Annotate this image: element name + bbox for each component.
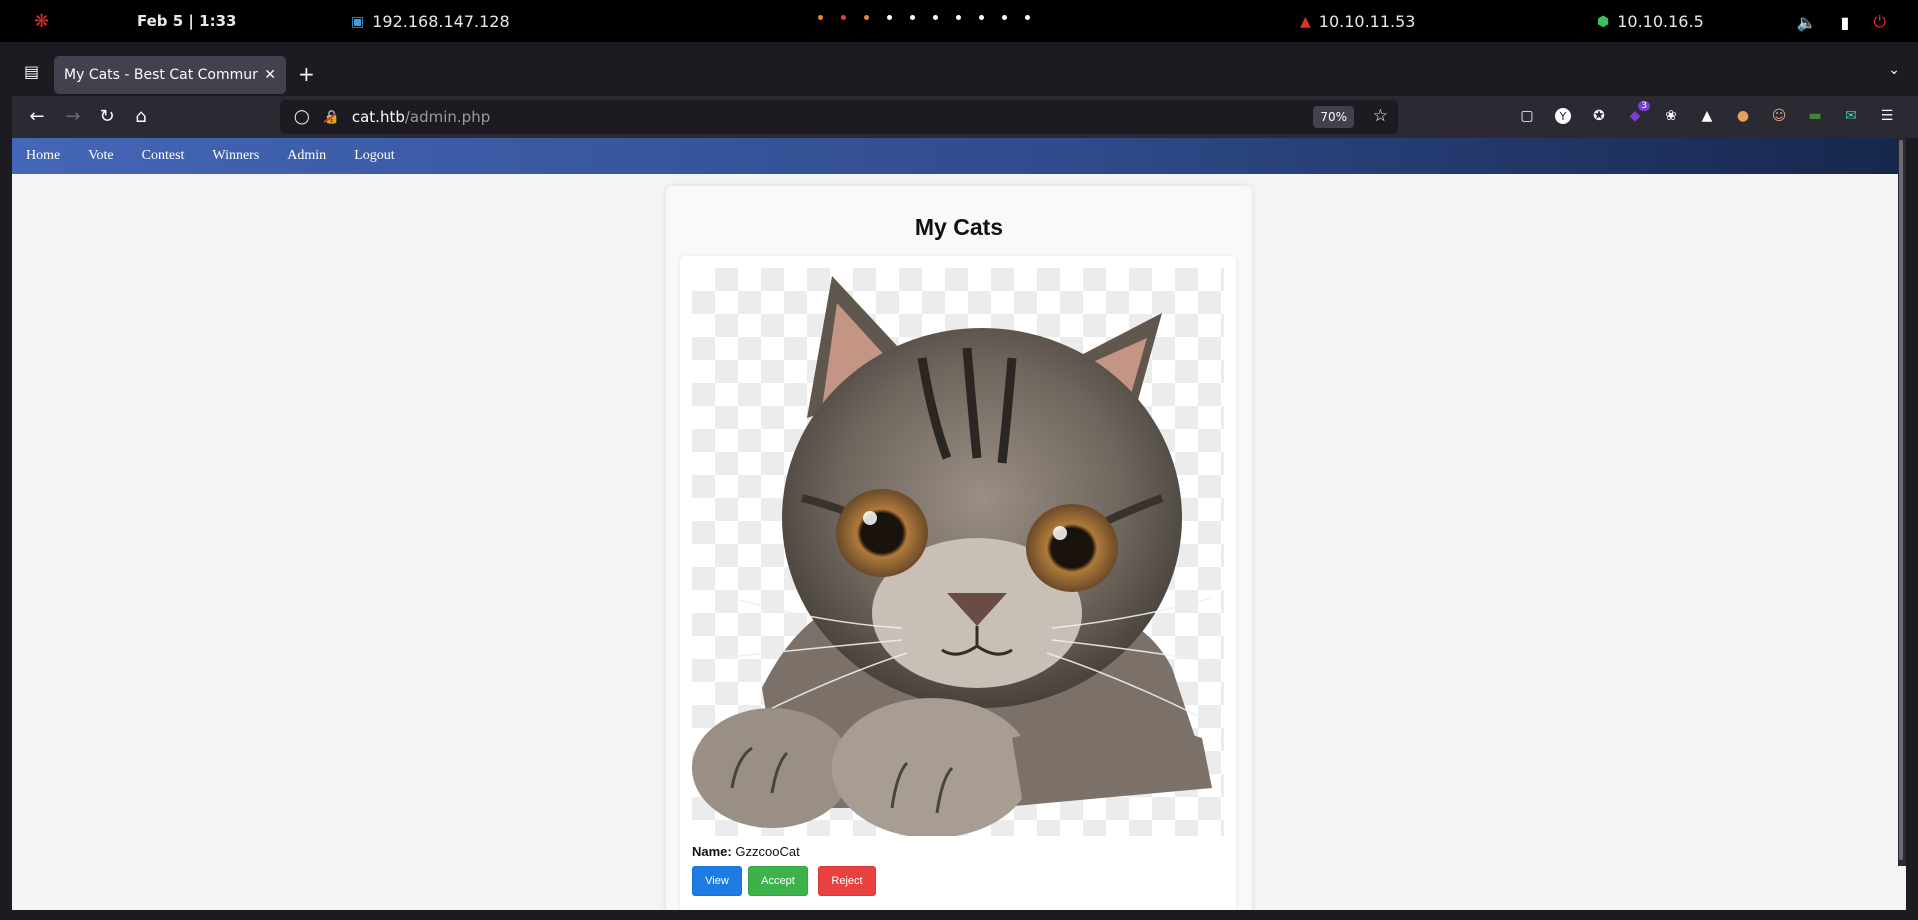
- extension-badge: 3: [1638, 101, 1650, 111]
- reload-icon[interactable]: ↻: [94, 104, 120, 130]
- nav-link-admin[interactable]: Admin: [287, 148, 326, 164]
- cat-name: Name: GzzcooCat: [692, 844, 800, 859]
- system-datetime: Feb 5 | 1:33: [137, 12, 237, 30]
- my-cats-panel: My Cats Name: GzzcooCat View Accept Reje…: [666, 186, 1252, 910]
- workspace-indicator[interactable]: [818, 15, 1030, 20]
- site-navigation: Home Vote Contest Winners Admin Logout: [12, 138, 1906, 174]
- local-ip-widget: ▣ 192.168.147.128: [351, 12, 510, 31]
- view-button[interactable]: View: [692, 866, 742, 896]
- nav-link-vote[interactable]: Vote: [88, 148, 113, 164]
- pocket-icon[interactable]: ▢: [1516, 105, 1538, 127]
- volume-icon[interactable]: 🔈: [1797, 13, 1817, 32]
- nav-link-winners[interactable]: Winners: [212, 148, 259, 164]
- wappalyzer-extension-icon[interactable]: ●: [1732, 105, 1754, 127]
- cookie-editor-icon[interactable]: ❀: [1660, 105, 1682, 127]
- page-title: My Cats: [914, 214, 1004, 240]
- cat-card: Name: GzzcooCat View Accept Reject: [680, 256, 1236, 910]
- network-icon: ▣: [351, 13, 365, 30]
- target-ip-text: 10.10.11.53: [1318, 12, 1416, 31]
- local-ip-text: 192.168.147.128: [372, 12, 510, 31]
- browser-nav-bar: ← → ↻ ⌂ ◯ 🔒 cat.htb/admin.php 70% ☆ ▢ Y …: [12, 96, 1918, 138]
- url-bar[interactable]: ◯ 🔒 cat.htb/admin.php 70% ☆: [280, 100, 1398, 134]
- tab-overview-icon[interactable]: ▤: [24, 62, 46, 82]
- nav-link-contest[interactable]: Contest: [142, 148, 185, 164]
- cat-actions: View Accept Reject: [692, 866, 876, 896]
- scrollbar-thumb[interactable]: [1899, 140, 1903, 860]
- car-extension-icon[interactable]: ▬: [1804, 105, 1826, 127]
- power-icon[interactable]: ⏻: [1873, 12, 1886, 32]
- bookmark-star-icon[interactable]: ☆: [1373, 106, 1388, 126]
- extensions-puzzle-icon[interactable]: ✪: [1588, 105, 1610, 127]
- mail-extension-icon[interactable]: ✉: [1840, 105, 1862, 127]
- close-tab-icon[interactable]: ✕: [264, 67, 276, 83]
- shield-icon[interactable]: ◯: [294, 109, 310, 125]
- home-icon[interactable]: ⌂: [128, 104, 154, 130]
- reject-button[interactable]: Reject: [818, 866, 876, 896]
- face-extension-icon[interactable]: ☺: [1768, 105, 1790, 127]
- target-ip-widget: ▲ 10.10.11.53: [1300, 12, 1415, 31]
- page-viewport: Home Vote Contest Winners Admin Logout M…: [12, 138, 1906, 910]
- vpn-ip-widget: ⬢ 10.10.16.5: [1597, 12, 1704, 31]
- insecure-lock-icon[interactable]: 🔒: [324, 110, 340, 125]
- tab-title: My Cats - Best Cat Community: [64, 67, 259, 83]
- nav-link-logout[interactable]: Logout: [354, 148, 394, 164]
- cat-illustration: [692, 276, 1218, 836]
- url-host: cat.htb: [351, 108, 405, 126]
- cat-name-value: GzzcooCat: [735, 844, 800, 859]
- vpn-icon: ⬢: [1597, 13, 1610, 30]
- chevron-down-icon[interactable]: ⌄: [1888, 62, 1900, 78]
- nav-link-home[interactable]: Home: [26, 148, 60, 164]
- accept-button[interactable]: Accept: [748, 866, 808, 896]
- extension-toolbar: ▢ Y ✪ ◆ 3 ❀ ▲ ● ☺ ▬ ✉ ☰: [1516, 101, 1898, 127]
- profile-y-icon[interactable]: Y: [1552, 105, 1574, 127]
- cat-name-label: Name:: [692, 844, 732, 859]
- browser-tab-active[interactable]: My Cats - Best Cat Community ✕: [54, 56, 286, 94]
- browser-tab-strip: ▤ My Cats - Best Cat Community ✕ + ⌄: [12, 52, 1918, 96]
- cat-photo: [692, 268, 1224, 836]
- url-path: /admin.php: [404, 108, 491, 126]
- target-icon: ▲: [1300, 13, 1311, 30]
- hacktools-extension-icon[interactable]: ◆ 3: [1624, 101, 1650, 127]
- battery-icon[interactable]: ▮: [1841, 13, 1850, 32]
- zoom-level-button[interactable]: 70%: [1313, 106, 1354, 128]
- hamburger-menu-icon[interactable]: ☰: [1876, 105, 1898, 127]
- system-top-bar: ❋ Feb 5 | 1:33 ▣ 192.168.147.128 ▲ 10.10…: [0, 0, 1918, 42]
- page-scrollbar[interactable]: [1898, 138, 1906, 866]
- forward-arrow-icon[interactable]: →: [60, 104, 86, 130]
- fingerprint-icon[interactable]: ❋: [34, 11, 49, 32]
- new-tab-icon[interactable]: +: [298, 62, 315, 86]
- back-arrow-icon[interactable]: ←: [24, 104, 50, 130]
- hat-extension-icon[interactable]: ▲: [1696, 105, 1718, 127]
- vpn-ip-text: 10.10.16.5: [1617, 12, 1704, 31]
